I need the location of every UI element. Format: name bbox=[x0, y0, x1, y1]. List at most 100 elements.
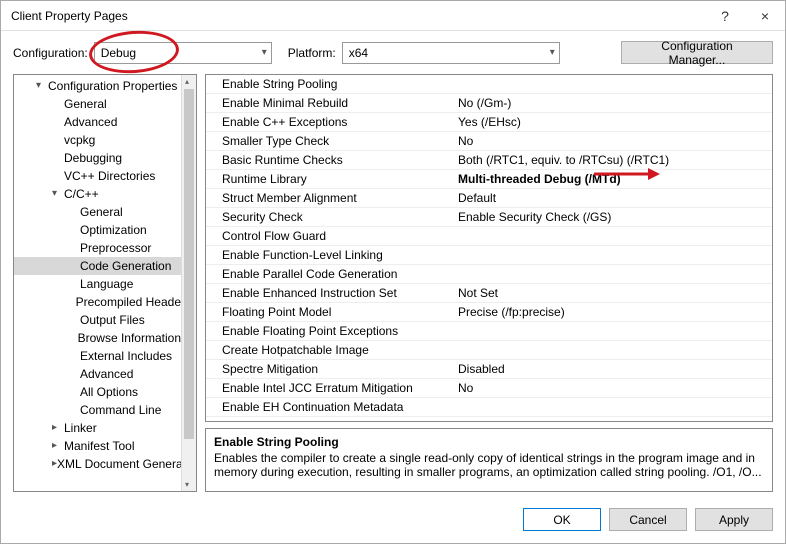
tree-node[interactable]: ▸Linker bbox=[14, 419, 181, 437]
property-value[interactable]: Precise (/fp:precise) bbox=[442, 305, 772, 319]
property-row[interactable]: Enable Parallel Code Generation bbox=[206, 265, 772, 284]
tree-node[interactable]: ▾Configuration Properties bbox=[14, 77, 181, 95]
apply-button[interactable]: Apply bbox=[695, 508, 773, 531]
tree-node[interactable]: Advanced bbox=[14, 113, 181, 131]
tree-scrollbar[interactable]: ▴ ▾ bbox=[181, 75, 196, 491]
tree-node[interactable]: All Options bbox=[14, 383, 181, 401]
property-row[interactable]: Enable Intel JCC Erratum MitigationNo bbox=[206, 379, 772, 398]
property-name: Enable Parallel Code Generation bbox=[206, 267, 442, 281]
property-name: Smaller Type Check bbox=[206, 134, 442, 148]
property-row[interactable]: Control Flow Guard bbox=[206, 227, 772, 246]
tree-node[interactable]: VC++ Directories bbox=[14, 167, 181, 185]
expander-icon[interactable]: ▸ bbox=[52, 458, 57, 469]
tree-node-label: XML Document Genera bbox=[57, 457, 181, 471]
property-name: Basic Runtime Checks bbox=[206, 153, 442, 167]
configuration-combo[interactable]: Debug bbox=[94, 42, 272, 64]
expander-icon[interactable]: ▾ bbox=[36, 80, 48, 91]
property-row[interactable]: Enable C++ ExceptionsYes (/EHsc) bbox=[206, 113, 772, 132]
expander-icon[interactable]: ▾ bbox=[52, 188, 64, 199]
tree-node-label: General bbox=[64, 97, 107, 111]
property-row[interactable]: Floating Point ModelPrecise (/fp:precise… bbox=[206, 303, 772, 322]
property-name: Enable Function-Level Linking bbox=[206, 248, 442, 262]
property-value[interactable]: No bbox=[442, 134, 772, 148]
property-row[interactable]: Security CheckEnable Security Check (/GS… bbox=[206, 208, 772, 227]
property-value[interactable]: Default bbox=[442, 191, 772, 205]
tree-node-label: Advanced bbox=[80, 367, 133, 381]
tree-node[interactable]: Optimization bbox=[14, 221, 181, 239]
property-row[interactable]: Enable Function-Level Linking bbox=[206, 246, 772, 265]
config-toolbar: Configuration: Debug Platform: x64 Confi… bbox=[1, 31, 785, 74]
property-value[interactable]: Yes (/EHsc) bbox=[442, 115, 772, 129]
property-row[interactable]: Runtime LibraryMulti-threaded Debug (/MT… bbox=[206, 170, 772, 189]
property-value[interactable]: Enable Security Check (/GS) bbox=[442, 210, 772, 224]
property-row[interactable]: Enable Minimal RebuildNo (/Gm-) bbox=[206, 94, 772, 113]
tree-node-label: Command Line bbox=[80, 403, 161, 417]
tree-node[interactable]: Code Generation bbox=[14, 257, 181, 275]
expander-icon[interactable]: ▸ bbox=[52, 422, 64, 433]
property-value[interactable]: Not Set bbox=[442, 286, 772, 300]
property-name: Security Check bbox=[206, 210, 442, 224]
property-value[interactable]: No bbox=[442, 381, 772, 395]
description-panel: Enable String Pooling Enables the compil… bbox=[205, 428, 773, 492]
property-row[interactable]: Spectre MitigationDisabled bbox=[206, 360, 772, 379]
property-row[interactable]: Struct Member AlignmentDefault bbox=[206, 189, 772, 208]
tree-node-label: Output Files bbox=[80, 313, 145, 327]
property-row[interactable]: Create Hotpatchable Image bbox=[206, 341, 772, 360]
help-button[interactable]: ? bbox=[705, 1, 745, 31]
property-grid[interactable]: Enable String Pooling Enable Minimal Rebu… bbox=[205, 74, 773, 422]
scrollbar-thumb[interactable] bbox=[184, 89, 194, 439]
tree-node-label: Manifest Tool bbox=[64, 439, 134, 453]
tree-node[interactable]: ▸XML Document Genera bbox=[14, 455, 181, 473]
tree-node[interactable]: ▾C/C++ bbox=[14, 185, 181, 203]
tree-node[interactable]: Language bbox=[14, 275, 181, 293]
configuration-manager-button[interactable]: Configuration Manager... bbox=[621, 41, 773, 64]
close-button[interactable]: × bbox=[745, 1, 785, 31]
property-name: Spectre Mitigation bbox=[206, 362, 442, 376]
tree-node-label: Language bbox=[80, 277, 133, 291]
property-name: Enable EH Continuation Metadata bbox=[206, 400, 442, 414]
property-row[interactable]: Enable EH Continuation Metadata bbox=[206, 398, 772, 417]
tree-node[interactable]: General bbox=[14, 203, 181, 221]
property-value[interactable]: No (/Gm-) bbox=[442, 96, 772, 110]
cancel-button[interactable]: Cancel bbox=[609, 508, 687, 531]
property-value[interactable]: Multi-threaded Debug (/MTd) bbox=[442, 172, 772, 186]
property-row[interactable]: Basic Runtime ChecksBoth (/RTC1, equiv. … bbox=[206, 151, 772, 170]
expander-icon[interactable]: ▸ bbox=[52, 440, 64, 451]
tree-node[interactable]: Command Line bbox=[14, 401, 181, 419]
property-row[interactable]: Enable Floating Point Exceptions bbox=[206, 322, 772, 341]
scroll-up-icon[interactable]: ▴ bbox=[185, 77, 189, 86]
tree-node[interactable]: vcpkg bbox=[14, 131, 181, 149]
property-value[interactable]: Disabled bbox=[442, 362, 772, 376]
tree-node[interactable]: External Includes bbox=[14, 347, 181, 365]
scroll-down-icon[interactable]: ▾ bbox=[185, 480, 189, 489]
tree-node[interactable]: Debugging bbox=[14, 149, 181, 167]
tree-node[interactable]: Precompiled Heade bbox=[14, 293, 181, 311]
property-name: Enable Enhanced Instruction Set bbox=[206, 286, 442, 300]
property-value[interactable]: Both (/RTC1, equiv. to /RTCsu) (/RTC1) bbox=[442, 153, 772, 167]
tree-node[interactable]: Advanced bbox=[14, 365, 181, 383]
tree-node-label: All Options bbox=[80, 385, 138, 399]
property-name: Enable String Pooling bbox=[206, 77, 442, 91]
window-title: Client Property Pages bbox=[11, 9, 705, 23]
property-name: Floating Point Model bbox=[206, 305, 442, 319]
property-row[interactable]: Enable Enhanced Instruction SetNot Set bbox=[206, 284, 772, 303]
property-row[interactable]: Enable String Pooling bbox=[206, 75, 772, 94]
tree-node-label: Advanced bbox=[64, 115, 117, 129]
property-name: Create Hotpatchable Image bbox=[206, 343, 442, 357]
ok-button[interactable]: OK bbox=[523, 508, 601, 531]
property-name: Enable Minimal Rebuild bbox=[206, 96, 442, 110]
description-title: Enable String Pooling bbox=[214, 435, 764, 449]
property-row[interactable]: Enable Signed Returns bbox=[206, 417, 772, 422]
tree-node[interactable]: Output Files bbox=[14, 311, 181, 329]
tree-node[interactable]: Preprocessor bbox=[14, 239, 181, 257]
description-body: Enables the compiler to create a single … bbox=[214, 451, 764, 479]
tree-node[interactable]: General bbox=[14, 95, 181, 113]
property-row[interactable]: Smaller Type CheckNo bbox=[206, 132, 772, 151]
tree-node[interactable]: Browse Information bbox=[14, 329, 181, 347]
tree-node-label: Configuration Properties bbox=[48, 79, 177, 93]
tree-node-label: VC++ Directories bbox=[64, 169, 155, 183]
property-tree[interactable]: ▾Configuration PropertiesGeneralAdvanced… bbox=[14, 75, 181, 491]
configuration-value: Debug bbox=[101, 46, 136, 60]
platform-combo[interactable]: x64 bbox=[342, 42, 560, 64]
tree-node[interactable]: ▸Manifest Tool bbox=[14, 437, 181, 455]
